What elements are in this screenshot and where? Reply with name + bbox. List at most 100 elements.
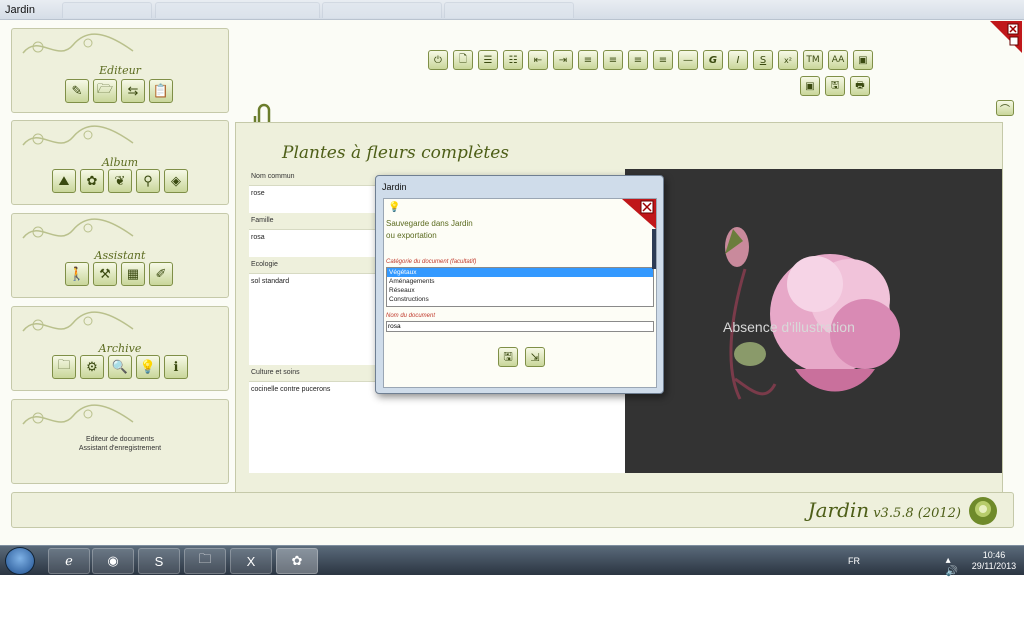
skype-icon[interactable]: S: [138, 548, 180, 574]
grid-icon[interactable]: ▦: [121, 262, 145, 286]
print-icon[interactable]: 🖶: [850, 76, 870, 96]
superscript-icon[interactable]: x²: [778, 50, 798, 70]
close-app-icon[interactable]: [990, 21, 1022, 53]
jardin-taskbar-icon[interactable]: ✿: [276, 548, 318, 574]
ornament-swirl-icon: [22, 404, 134, 425]
document-name-label: Nom du document: [386, 313, 436, 319]
care-field[interactable]: cocinelle contre pucerons: [249, 381, 626, 473]
italic-icon[interactable]: I: [728, 50, 748, 70]
align-center-icon[interactable]: ≡: [603, 50, 623, 70]
collapse-icon[interactable]: ⌒: [996, 100, 1014, 116]
dialog-body: 💡 Sauvegarde dans Jardin ou exportation …: [383, 198, 657, 388]
assistant-panel: Assistant 🚶 ⚒ ▦ ✐: [11, 213, 229, 298]
ornament-swirl-icon: [22, 33, 134, 54]
settings-icon[interactable]: ⚙: [80, 355, 104, 379]
dialog-buttons: 🖫 ⇲: [498, 347, 545, 367]
dialog-scrollbar[interactable]: [652, 229, 656, 269]
jardin-logo-icon: [969, 497, 997, 525]
secondary-toolbar: ▣ 🖫 🖶: [800, 76, 870, 96]
document-name-input[interactable]: [386, 321, 654, 332]
save-icon[interactable]: 🖫: [825, 76, 845, 96]
lightbulb-icon: 💡: [388, 202, 401, 213]
app-version: v3.5.8 (2012): [873, 506, 961, 521]
category-option[interactable]: Végétaux: [387, 268, 653, 277]
close-dialog-icon[interactable]: [622, 199, 656, 229]
background-tab[interactable]: [62, 2, 152, 18]
start-button[interactable]: [5, 547, 35, 575]
transfer-icon[interactable]: ⇆: [121, 79, 145, 103]
clock[interactable]: 10:46 29/11/2013: [968, 550, 1020, 572]
background-tab[interactable]: [444, 2, 574, 18]
status-panel: Editeur de documents Assistant d'enregis…: [11, 399, 229, 484]
editeur-panel: Editeur ✎ 🗁 ⇆ 📋: [11, 28, 229, 113]
bold-icon[interactable]: G: [703, 50, 723, 70]
album-panel: Album ⛰ ✿ ❦ ⚲ ◈: [11, 120, 229, 205]
category-option[interactable]: Constructions: [387, 295, 653, 304]
indent-icon[interactable]: ⇥: [553, 50, 573, 70]
font-size-icon[interactable]: AA: [828, 50, 848, 70]
flower-icon[interactable]: ✿: [80, 169, 104, 193]
info-icon[interactable]: ℹ: [164, 355, 188, 379]
background-tab[interactable]: [322, 2, 442, 18]
insert-image-icon[interactable]: ▣: [853, 50, 873, 70]
justify-icon[interactable]: ≡: [653, 50, 673, 70]
category-label: Catégorie du document (facultatif): [386, 259, 477, 265]
category-option[interactable]: Aménagements: [387, 277, 653, 286]
export-icon[interactable]: ▣: [800, 76, 820, 96]
landscape-icon[interactable]: ⛰: [52, 169, 76, 193]
tools-icon[interactable]: ⚒: [93, 262, 117, 286]
illustration-area[interactable]: Absence d'illustration: [625, 169, 1002, 473]
tray-icons[interactable]: ▴ 🔊 ▮ ⚑ ⏻ ⛉: [946, 555, 958, 621]
document-title: Plantes à fleurs complètes: [282, 143, 509, 163]
category-listbox[interactable]: Végétaux Aménagements Réseaux Constructi…: [386, 267, 654, 307]
message-line: ou exportation: [386, 231, 437, 240]
dialog-title: Jardin: [382, 182, 407, 192]
outdent-icon[interactable]: ⇤: [528, 50, 548, 70]
search-icon[interactable]: 🔍: [108, 355, 132, 379]
open-folder-icon[interactable]: 🗁: [93, 79, 117, 103]
watering-icon[interactable]: ⚲: [136, 169, 160, 193]
excel-icon[interactable]: X: [230, 548, 272, 574]
folder-icon[interactable]: 🗀: [52, 355, 76, 379]
category-option[interactable]: Réseaux: [387, 286, 653, 295]
ornament-swirl-icon: [22, 311, 134, 332]
status-text: Editeur de documents Assistant d'enregis…: [12, 435, 228, 453]
paste-icon[interactable]: 📋: [149, 79, 173, 103]
bullet-list-icon[interactable]: ☰: [478, 50, 498, 70]
background-tab[interactable]: [155, 2, 320, 18]
panel-title: Editeur: [99, 64, 141, 77]
export-icon[interactable]: ⇲: [525, 347, 545, 367]
chrome-icon[interactable]: ◉: [92, 548, 134, 574]
dialog-message: Sauvegarde dans Jardin ou exportation: [386, 218, 473, 242]
align-left-icon[interactable]: ≡: [578, 50, 598, 70]
status-line: Assistant d'enregistrement: [78, 445, 162, 452]
ornament-swirl-icon: [22, 218, 134, 239]
ornament-swirl-icon: [22, 125, 134, 146]
person-icon[interactable]: 🚶: [65, 262, 89, 286]
numbered-list-icon[interactable]: ☷: [503, 50, 523, 70]
new-page-icon[interactable]: 🗋: [453, 50, 473, 70]
status-line: Editeur de documents: [85, 436, 155, 443]
save-icon[interactable]: 🖫: [498, 347, 518, 367]
no-illustration-label: Absence d'illustration: [723, 319, 855, 335]
notes-icon[interactable]: ✐: [149, 262, 173, 286]
box-icon[interactable]: ◈: [164, 169, 188, 193]
plant-icon[interactable]: ❦: [108, 169, 132, 193]
taskbar: ℯ ◉ S 🗀 X ✿ FR ▴ 🔊 ▮ ⚑ ⏻ ⛉ 10:46 29/11/2…: [0, 545, 1024, 621]
horizontal-rule-icon[interactable]: —: [678, 50, 698, 70]
window-titlebar: Jardin: [0, 0, 1024, 20]
explorer-icon[interactable]: 🗀: [184, 548, 226, 574]
underline-icon[interactable]: S: [753, 50, 773, 70]
trademark-icon[interactable]: TM: [803, 50, 823, 70]
language-indicator[interactable]: FR: [848, 556, 860, 566]
bulb-icon[interactable]: 💡: [136, 355, 160, 379]
panel-title: Assistant: [94, 249, 146, 262]
power-icon[interactable]: ⏻: [428, 50, 448, 70]
save-dialog: Jardin 💡 Sauvegarde dans Jardin ou expor…: [375, 175, 664, 394]
archive-panel: Archive 🗀 ⚙ 🔍 💡 ℹ: [11, 306, 229, 391]
panel-title: Archive: [98, 342, 142, 355]
align-right-icon[interactable]: ≡: [628, 50, 648, 70]
internet-explorer-icon[interactable]: ℯ: [48, 548, 90, 574]
message-line: Sauvegarde dans Jardin: [386, 219, 473, 228]
edit-document-icon[interactable]: ✎: [65, 79, 89, 103]
